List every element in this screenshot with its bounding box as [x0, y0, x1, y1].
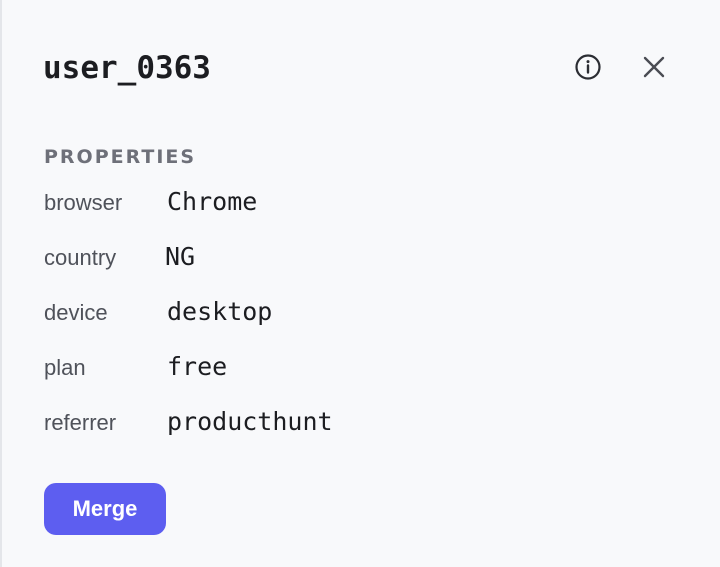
property-key: plan [44, 355, 86, 380]
property-key: country [44, 245, 117, 270]
close-button[interactable] [635, 49, 673, 87]
property-row-country: country NG [44, 239, 644, 275]
property-key: device [44, 300, 108, 325]
property-row-referrer: referrer producthunt [44, 404, 644, 440]
panel-title: user_0363 [43, 50, 211, 86]
property-value: free [167, 352, 228, 381]
info-circle-icon [574, 53, 602, 84]
property-key: browser [44, 190, 123, 215]
property-value: Chrome [167, 187, 258, 216]
property-key: referrer [44, 410, 117, 435]
property-value: NG [165, 242, 196, 271]
close-icon [641, 54, 667, 83]
properties-heading: PROPERTIES [44, 146, 197, 168]
property-row-browser: browser Chrome [44, 184, 644, 220]
info-button[interactable] [569, 49, 607, 87]
property-row-plan: plan free [44, 349, 644, 385]
property-value: desktop [167, 297, 273, 326]
merge-button[interactable]: Merge [44, 483, 166, 535]
property-row-device: device desktop [44, 294, 644, 330]
user-detail-panel: user_0363 PROPERTIES browser Chrome coun… [0, 0, 720, 567]
property-value: producthunt [167, 407, 333, 436]
